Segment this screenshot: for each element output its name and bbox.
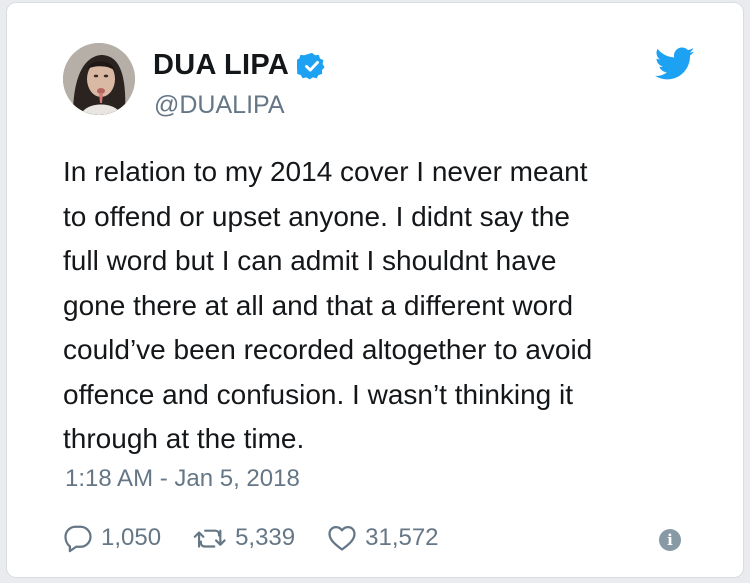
verified-badge-icon (297, 52, 325, 79)
author-name-row: DUA LIPA (153, 49, 327, 82)
reply-button[interactable]: 1,050 (63, 523, 161, 553)
retweet-button[interactable]: 5,339 (193, 523, 295, 553)
avatar[interactable] (63, 43, 135, 115)
tweet-timestamp[interactable]: 1:18 AM - Jan 5, 2018 (65, 465, 300, 493)
tweet-actions: 1,050 5,339 31,572 (63, 523, 471, 553)
profile-photo (63, 43, 135, 115)
like-count: 31,572 (365, 524, 439, 551)
retweet-icon (193, 529, 226, 548)
reply-icon (64, 525, 92, 553)
like-button[interactable]: 31,572 (327, 523, 439, 553)
twitter-bird-icon[interactable] (655, 47, 695, 81)
display-name[interactable]: DUA LIPA (153, 49, 289, 82)
heart-icon (328, 526, 356, 551)
reply-count: 1,050 (101, 524, 162, 551)
tweet-text: In relation to my 2014 cover I never mea… (63, 156, 593, 454)
retweet-count: 5,339 (235, 524, 296, 551)
tweet-card: DUA LIPA @DUALIPA In relation to my 2014… (6, 2, 744, 578)
user-handle[interactable]: @DUALIPA (154, 91, 285, 120)
info-icon[interactable]: i (659, 529, 681, 551)
